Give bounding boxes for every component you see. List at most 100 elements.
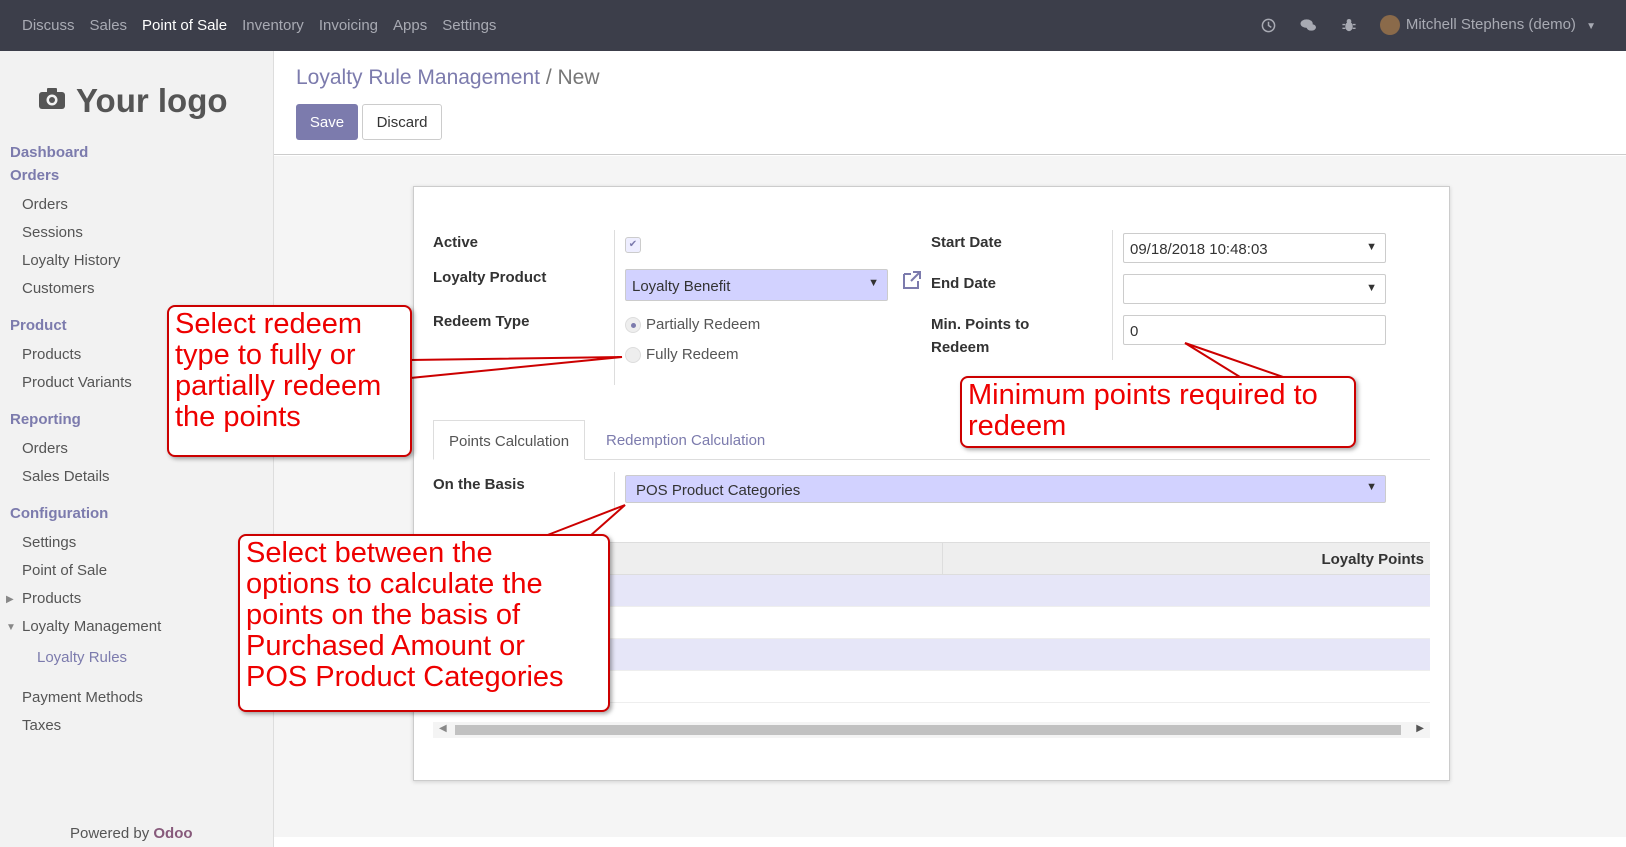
- nav-discuss[interactable]: Discuss: [22, 17, 75, 34]
- callout-line: the points: [175, 401, 301, 433]
- breadcrumb-current: New: [557, 66, 600, 89]
- scroll-right-icon[interactable]: ▶: [1416, 723, 1424, 734]
- active-checkbox[interactable]: ✔: [625, 237, 641, 253]
- column-divider: [942, 543, 943, 576]
- tab-redemption-calculation[interactable]: Redemption Calculation: [591, 420, 780, 460]
- caret-down-icon: ▼: [6, 622, 16, 633]
- sidebar-item-payment-methods[interactable]: Payment Methods: [22, 689, 143, 706]
- sidebar-item-point-of-sale[interactable]: Point of Sale: [22, 562, 107, 579]
- loyalty-product-select[interactable]: Loyalty Benefit ▼: [625, 269, 888, 301]
- dropdown-arrow-icon: ▼: [1366, 282, 1377, 294]
- menu-dashboard[interactable]: Dashboard: [10, 144, 88, 161]
- callout-line: Select redeem: [175, 308, 362, 340]
- callout-redeem-type: Select redeem type to fully or partially…: [167, 305, 412, 457]
- dropdown-arrow-icon: ▼: [868, 277, 879, 289]
- clock-icon[interactable]: [1260, 16, 1278, 34]
- discard-button[interactable]: Discard: [362, 104, 442, 140]
- field-divider: [1112, 230, 1113, 360]
- min-points-label-line1: Min. Points to: [931, 316, 1030, 333]
- field-divider: [614, 472, 615, 512]
- nav-point-of-sale[interactable]: Point of Sale: [142, 17, 227, 34]
- bug-icon[interactable]: [1340, 16, 1358, 34]
- callout-min-points: Minimum points required to redeem: [960, 376, 1356, 448]
- redeem-type-label: Redeem Type: [433, 313, 530, 330]
- loyalty-points-header[interactable]: Loyalty Points: [1321, 551, 1424, 568]
- sidebar-item-taxes[interactable]: Taxes: [22, 717, 61, 734]
- min-points-label-line2: Redeem: [931, 339, 990, 356]
- chevron-down-icon: ▼: [1586, 20, 1596, 32]
- sidebar-item-orders[interactable]: Orders: [22, 196, 68, 213]
- end-date-input[interactable]: ▼: [1123, 274, 1386, 304]
- nav-apps[interactable]: Apps: [393, 17, 427, 34]
- callout-line: Select between the: [246, 537, 493, 569]
- dropdown-arrow-icon: ▼: [1366, 481, 1377, 493]
- field-divider: [614, 230, 615, 385]
- basis-label: On the Basis: [433, 476, 525, 493]
- sidebar-item-sessions[interactable]: Sessions: [22, 224, 83, 241]
- breadcrumb: Loyalty Rule Management / New: [296, 66, 600, 90]
- control-panel: Loyalty Rule Management / New Save Disca…: [274, 51, 1626, 155]
- scrollbar-thumb[interactable]: [455, 725, 1401, 735]
- nav-sales[interactable]: Sales: [90, 17, 128, 34]
- breadcrumb-link[interactable]: Loyalty Rule Management: [296, 66, 540, 89]
- nav-inventory[interactable]: Inventory: [242, 17, 304, 34]
- top-navbar: Discuss Sales Point of Sale Inventory In…: [0, 0, 1626, 51]
- callout-basis: Select between the options to calculate …: [238, 534, 610, 712]
- nav-settings[interactable]: Settings: [442, 17, 496, 34]
- chat-icon[interactable]: [1300, 16, 1318, 34]
- sidebar-item-sales-details[interactable]: Sales Details: [22, 468, 110, 485]
- powered-by-text: Powered by: [70, 825, 150, 842]
- basis-select[interactable]: POS Product Categories ▼: [625, 475, 1386, 503]
- sidebar-item-report-orders[interactable]: Orders: [22, 440, 68, 457]
- sidebar-item-customers[interactable]: Customers: [22, 280, 95, 297]
- basis-value: POS Product Categories: [636, 482, 801, 499]
- sidebar-item-config-products[interactable]: Products: [22, 590, 81, 607]
- start-date-label: Start Date: [931, 234, 1002, 251]
- horizontal-scrollbar[interactable]: ◀ ▶: [433, 722, 1430, 738]
- sidebar-item-loyalty-management[interactable]: Loyalty Management: [22, 618, 161, 635]
- form-view: Active ✔ Loyalty Product Loyalty Benefit…: [274, 156, 1626, 837]
- callout-line: options to calculate the: [246, 568, 543, 600]
- save-button[interactable]: Save: [296, 104, 358, 140]
- powered-by-brand[interactable]: Odoo: [153, 825, 192, 842]
- menu-orders-header[interactable]: Orders: [10, 167, 59, 184]
- logo-text: Your logo: [76, 82, 228, 119]
- menu-configuration-header[interactable]: Configuration: [10, 505, 108, 522]
- callout-line: type to fully or: [175, 339, 356, 371]
- radio-fully-redeem[interactable]: [625, 347, 641, 363]
- tab-points-calculation[interactable]: Points Calculation: [433, 420, 586, 460]
- dropdown-arrow-icon: ▼: [1366, 241, 1377, 253]
- callout-line: points on the basis of: [246, 599, 521, 631]
- sidebar-item-products[interactable]: Products: [22, 346, 81, 363]
- sidebar-item-product-variants[interactable]: Product Variants: [22, 374, 132, 391]
- callout-line: Purchased Amount or: [246, 630, 525, 662]
- callout-line: redeem: [968, 410, 1067, 442]
- nav-invoicing[interactable]: Invoicing: [319, 17, 378, 34]
- caret-right-icon: ▶: [6, 594, 14, 605]
- end-date-label: End Date: [931, 275, 997, 292]
- partially-redeem-label[interactable]: Partially Redeem: [646, 316, 760, 333]
- user-menu[interactable]: Mitchell Stephens (demo) ▼: [1379, 15, 1596, 35]
- active-label: Active: [433, 234, 479, 251]
- camera-icon: [38, 86, 66, 117]
- systray: Mitchell Stephens (demo) ▼: [1260, 15, 1596, 35]
- breadcrumb-separator: /: [545, 66, 552, 89]
- callout-line: Minimum points required to: [968, 379, 1318, 411]
- callout-line: partially redeem: [175, 370, 382, 402]
- loyalty-product-value: Loyalty Benefit: [632, 278, 731, 295]
- callout-line: POS Product Categories: [246, 661, 564, 693]
- app-menu: Discuss Sales Point of Sale Inventory In…: [22, 17, 496, 34]
- avatar: [1379, 15, 1400, 35]
- menu-reporting-header[interactable]: Reporting: [10, 411, 81, 428]
- radio-partially-redeem[interactable]: [625, 317, 641, 333]
- sidebar-item-loyalty-rules[interactable]: Loyalty Rules: [37, 649, 127, 666]
- external-link-icon[interactable]: [901, 269, 923, 297]
- menu-product-header[interactable]: Product: [10, 317, 67, 334]
- fully-redeem-label[interactable]: Fully Redeem: [646, 346, 739, 363]
- scroll-left-icon[interactable]: ◀: [439, 723, 447, 734]
- company-logo[interactable]: Your logo: [38, 73, 248, 129]
- start-date-input[interactable]: 09/18/2018 10:48:03 ▼: [1123, 233, 1386, 263]
- sidebar-item-settings[interactable]: Settings: [22, 534, 76, 551]
- sidebar-item-loyalty-history[interactable]: Loyalty History: [22, 252, 120, 269]
- min-points-input[interactable]: 0: [1123, 315, 1386, 345]
